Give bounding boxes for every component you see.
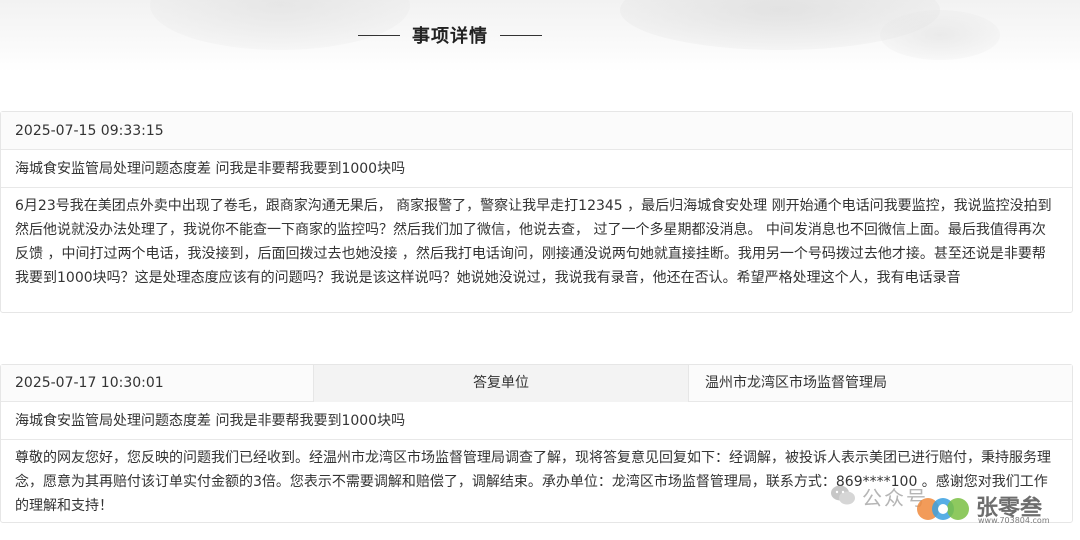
reply-datetime: 2025-07-17 10:30:01 — [15, 375, 164, 391]
title-divider-right — [500, 34, 542, 36]
reply-subject: 海城食安监管局处理问题态度差 问我是非要帮我要到1000块吗 — [1, 402, 1072, 440]
complaint-record: 2025-07-15 09:33:15 海城食安监管局处理问题态度差 问我是非要… — [0, 111, 1073, 313]
header-banner: 事项详情 — [0, 0, 1080, 72]
reply-record: 2025-07-17 10:30:01 答复单位 温州市龙湾区市场监督管理局 海… — [0, 364, 1073, 523]
reply-header-row: 2025-07-17 10:30:01 答复单位 温州市龙湾区市场监督管理局 — [1, 365, 1072, 402]
reply-unit-label: 答复单位 — [313, 365, 689, 402]
record-datetime: 2025-07-15 09:33:15 — [1, 112, 1072, 150]
record-subject: 海城食安监管局处理问题态度差 问我是非要帮我要到1000块吗 — [1, 150, 1072, 188]
section-title-text: 事项详情 — [412, 26, 488, 47]
reply-unit-value: 温州市龙湾区市场监督管理局 — [705, 375, 887, 391]
reply-body: 尊敬的网友您好，您反映的问题我们已经收到。经温州市龙湾区市场监督管理局调查了解，… — [15, 450, 1051, 514]
record-body: 6月23号我在美团点外卖中出现了卷毛，跟商家沟通无果后， 商家报警了，警察让我早… — [15, 198, 1052, 286]
title-divider-left — [358, 34, 400, 36]
section-title: 事项详情 — [0, 20, 900, 50]
